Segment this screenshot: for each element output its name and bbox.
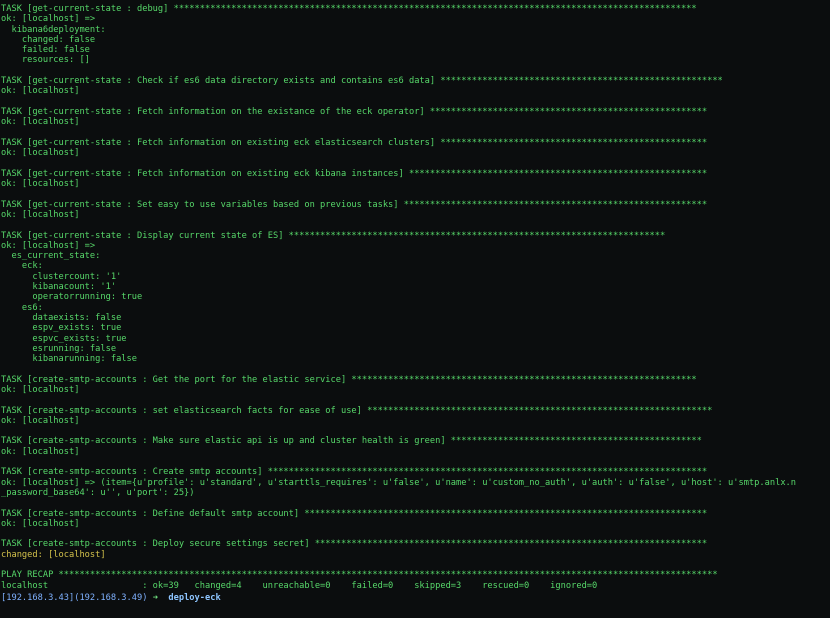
output-line: TASK [get-current-state : debug] *******…: [1, 4, 697, 14]
output-line: TASK [get-current-state : Fetch informat…: [1, 106, 708, 117]
output-line: TASK [create-smtp-accounts : Get the por…: [1, 374, 697, 385]
output-line: es6:: [1, 302, 43, 313]
output-line: es_current_state:: [1, 251, 101, 262]
output-line: ok: [localhost]: [1, 86, 80, 97]
output-line: resources: []: [1, 55, 90, 66]
output-line: TASK [create-smtp-accounts : Deploy secu…: [1, 539, 708, 550]
output-line: kibanarunning: false: [1, 354, 137, 365]
terminal-window[interactable]: TASK [get-current-state : debug] *******…: [0, 0, 830, 618]
shell-prompt[interactable]: [192.168.3.43](192.168.3.49) ➜ deploy-ec…: [1, 593, 830, 604]
output-line: ok: [localhost] =>: [1, 240, 96, 251]
output-line: ok: [localhost]: [1, 148, 80, 159]
output-line: ok: [localhost]: [1, 384, 80, 395]
output-line: operatorrunning: true: [1, 292, 143, 303]
output-line: changed: false: [1, 34, 96, 45]
output-line: ok: [localhost]: [1, 415, 80, 426]
output-line: eck:: [1, 261, 43, 272]
output-line: esrunning: false: [1, 343, 117, 354]
output-line: _password_base64': u'', u'port': 25}): [1, 487, 195, 498]
terminal-output: TASK [get-current-state : debug] *******…: [1, 4, 830, 591]
output-line: changed: [localhost]: [1, 549, 106, 560]
output-line: PLAY RECAP *****************************…: [1, 570, 718, 581]
output-line: TASK [create-smtp-accounts : set elastic…: [1, 405, 713, 416]
output-line: localhost : ok=39 changed=4 unreachable=…: [1, 580, 598, 591]
output-line: failed: false: [1, 45, 90, 56]
prompt-arrow-icon: ➜: [152, 592, 158, 603]
output-line: TASK [get-current-state : Display curren…: [1, 230, 666, 241]
output-line: espv_exists: true: [1, 323, 122, 334]
output-line: ok: [localhost]: [1, 446, 80, 457]
output-line: ok: [localhost]: [1, 117, 80, 128]
output-line: espvc_exists: true: [1, 333, 127, 344]
output-line: TASK [get-current-state : Check if es6 d…: [1, 76, 723, 87]
output-line: dataexists: false: [1, 312, 122, 323]
output-line: TASK [create-smtp-accounts : Make sure e…: [1, 436, 702, 447]
output-line: ok: [localhost]: [1, 179, 80, 190]
output-line: TASK [get-current-state : Fetch informat…: [1, 168, 708, 179]
prompt-host: [192.168.3.43](192.168.3.49): [1, 592, 148, 603]
output-line: clustercount: '1': [1, 271, 122, 282]
output-line: ok: [localhost]: [1, 209, 80, 220]
prompt-directory: deploy-eck: [168, 592, 221, 603]
output-line: TASK [get-current-state : Fetch informat…: [1, 137, 708, 148]
output-line: TASK [get-current-state : Set easy to us…: [1, 199, 708, 210]
output-line: ok: [localhost] =>: [1, 14, 96, 25]
output-line: kibana6deployment:: [1, 24, 106, 35]
output-line: TASK [create-smtp-accounts : Create smtp…: [1, 467, 708, 478]
output-line: TASK [create-smtp-accounts : Define defa…: [1, 508, 708, 519]
output-line: kibanacount: '1': [1, 282, 117, 293]
output-line: ok: [localhost]: [1, 518, 80, 529]
output-line: ok: [localhost] => (item={u'profile': u'…: [1, 477, 797, 488]
